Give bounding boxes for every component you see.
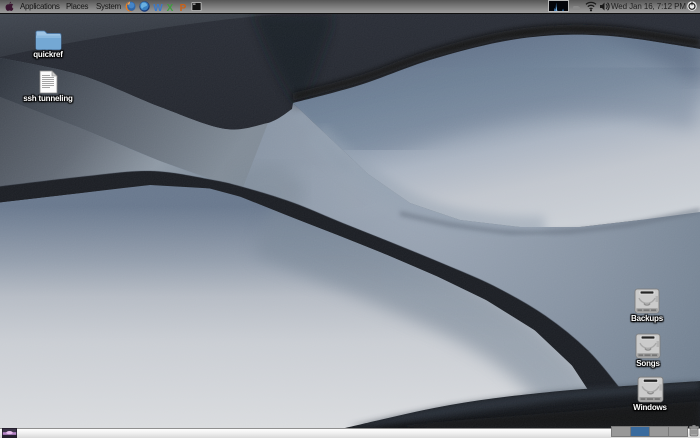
svg-text:W: W — [153, 3, 163, 13]
svg-text:X: X — [167, 3, 174, 13]
svg-text:P: P — [180, 3, 187, 13]
